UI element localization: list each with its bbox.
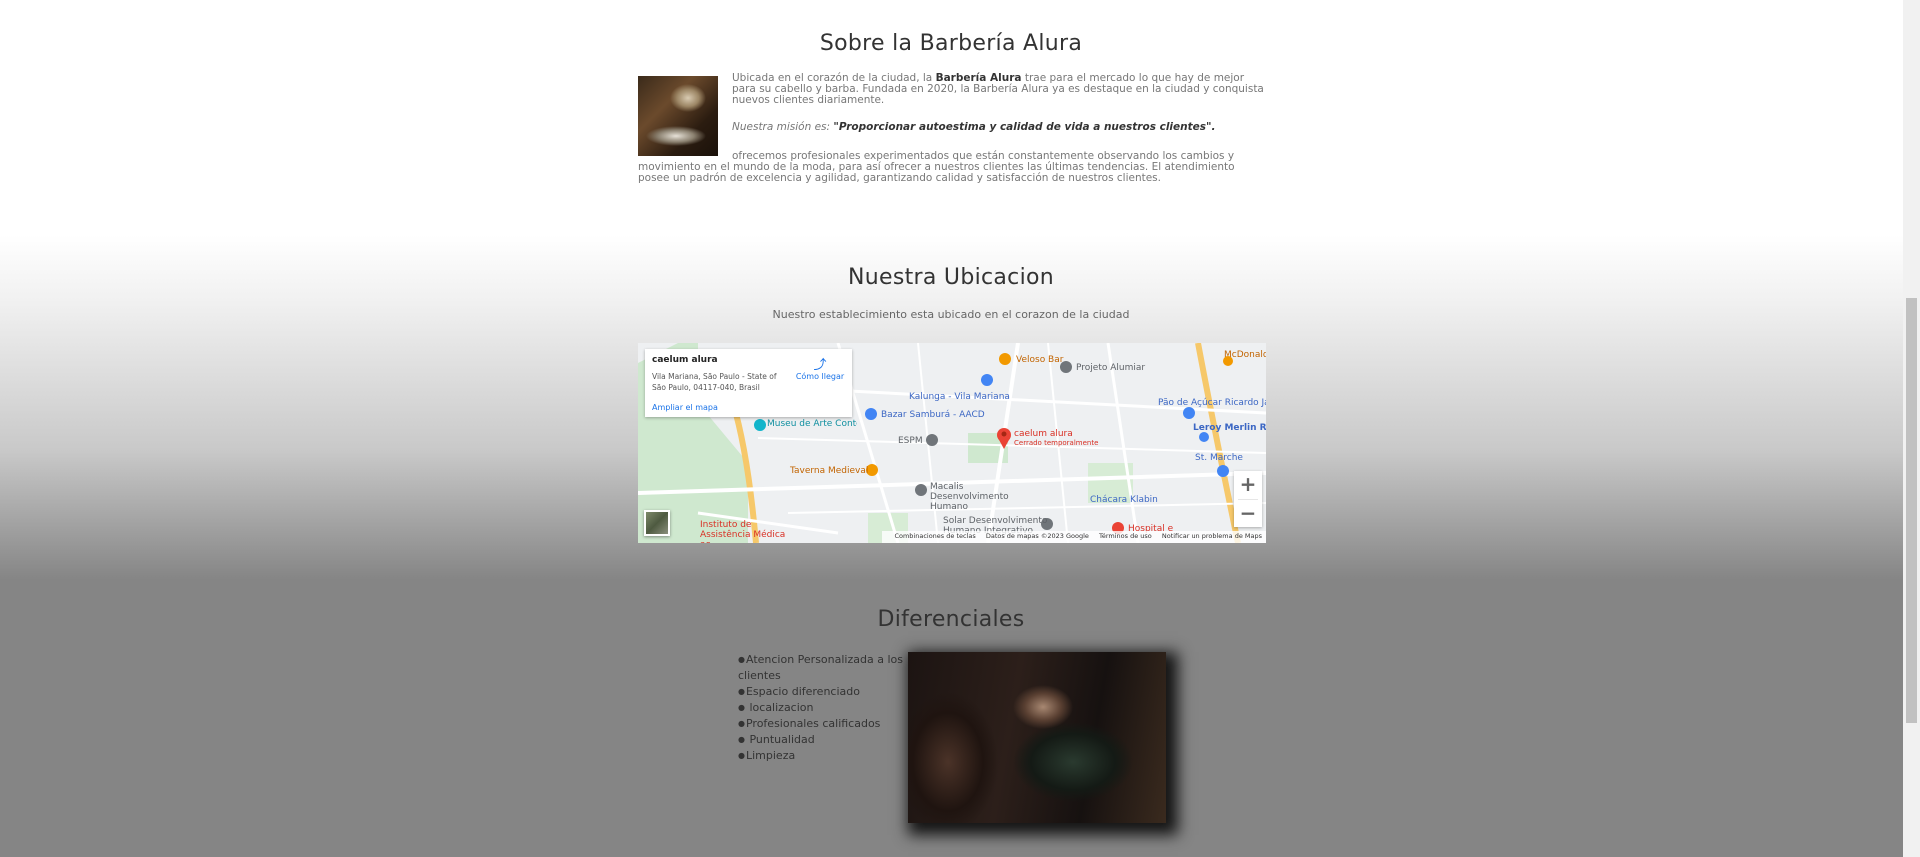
report-problem-link[interactable]: Notificar un problema de Maps: [1162, 532, 1262, 540]
about-text: Ubicada en el corazón de la ciudad, la B…: [638, 73, 1266, 194]
map-pin-label[interactable]: caelum alura: [1014, 429, 1073, 439]
map-place-label[interactable]: ESPM: [898, 436, 923, 446]
about-title: Sobre la Barbería Alura: [819, 31, 1083, 56]
directions-button[interactable]: ⤴ Cómo llegar: [793, 359, 847, 381]
mission-paragraph: Nuestra misión es: "Proporcionar autoest…: [732, 121, 1216, 133]
google-map[interactable]: Veloso Bar Projeto Alumiar McDonald Kalu…: [638, 343, 1266, 543]
location-title: Nuestra Ubicacion: [847, 265, 1054, 290]
map-place-label[interactable]: Pão de Açúcar Ricardo Jafet: [1158, 398, 1266, 408]
map-place-label[interactable]: Kalunga - Vila Mariana: [909, 392, 1010, 402]
about-paragraph: Ubicada en el corazón de la ciudad, la B…: [732, 72, 1264, 106]
keyboard-shortcuts-link[interactable]: Combinaciones de teclas: [894, 532, 975, 540]
zoom-in-button[interactable]: +: [1234, 471, 1262, 499]
map-place-label[interactable]: Macalis Desenvolvimento Humano: [930, 482, 1040, 512]
map-place-label[interactable]: Leroy Merlin Ricardo Jafet: [1193, 423, 1266, 433]
map-place-label[interactable]: Chácara Klabin: [1090, 495, 1158, 505]
barber-shaving-image: [908, 652, 1166, 823]
location-subtitle: Nuestro establecimiento esta ubicado en …: [772, 308, 1130, 321]
mission-statement: "Proporcionar autoestima y calidad de vi…: [833, 121, 1216, 133]
zoom-out-button[interactable]: −: [1234, 500, 1262, 528]
map-place-label[interactable]: Projeto Alumiar: [1076, 363, 1145, 373]
services-paragraph: ofrecemos profesionales experimentados q…: [638, 150, 1235, 184]
map-place-label[interactable]: Veloso Bar: [1016, 355, 1063, 365]
list-item: Espacio diferenciado: [738, 684, 903, 700]
list-item: Atencion Personalizada a los clientes: [738, 652, 903, 684]
map-place-label[interactable]: Instituto de Assistência Médica ao...: [700, 520, 800, 543]
place-name: caelum alura: [652, 355, 718, 365]
map-place-label[interactable]: McDonald: [1224, 350, 1266, 360]
page-background: Sobre la Barbería Alura Ubicada en el co…: [0, 0, 1903, 857]
list-item: Profesionales calificados: [738, 716, 903, 732]
differentials-title: Diferenciales: [877, 607, 1025, 632]
scrollbar-thumb[interactable]: [1906, 298, 1917, 723]
map-place-label[interactable]: Bazar Samburá - AACD: [881, 410, 985, 420]
map-place-label[interactable]: Taverna Medieval: [790, 466, 868, 476]
map-place-label[interactable]: St. Marche: [1195, 453, 1243, 463]
vertical-scrollbar[interactable]: [1903, 0, 1920, 857]
directions-icon: ⤴: [813, 358, 827, 373]
satellite-toggle[interactable]: [644, 510, 670, 536]
list-item: Limpieza: [738, 748, 903, 764]
list-item: localizacion: [738, 700, 903, 716]
map-footer: Combinaciones de teclas Datos de mapas ©…: [882, 531, 1266, 543]
zoom-controls: + −: [1234, 471, 1262, 527]
terms-link[interactable]: Términos de uso: [1099, 532, 1152, 540]
map-data-credit: Datos de mapas ©2023 Google: [985, 532, 1089, 540]
map-place-label[interactable]: Museu de Arte Contemporânea da...: [767, 419, 857, 429]
list-item: Puntualidad: [738, 732, 903, 748]
differentials-list: Atencion Personalizada a los clientes Es…: [738, 652, 903, 764]
enlarge-map-link[interactable]: Ampliar el mapa: [652, 403, 718, 412]
map-pin-status: Cerrado temporalmente: [1014, 439, 1099, 447]
map-info-card: caelum alura Vila Mariana, São Paulo - S…: [645, 349, 852, 417]
place-address: Vila Mariana, São Paulo - State of São P…: [652, 372, 777, 392]
